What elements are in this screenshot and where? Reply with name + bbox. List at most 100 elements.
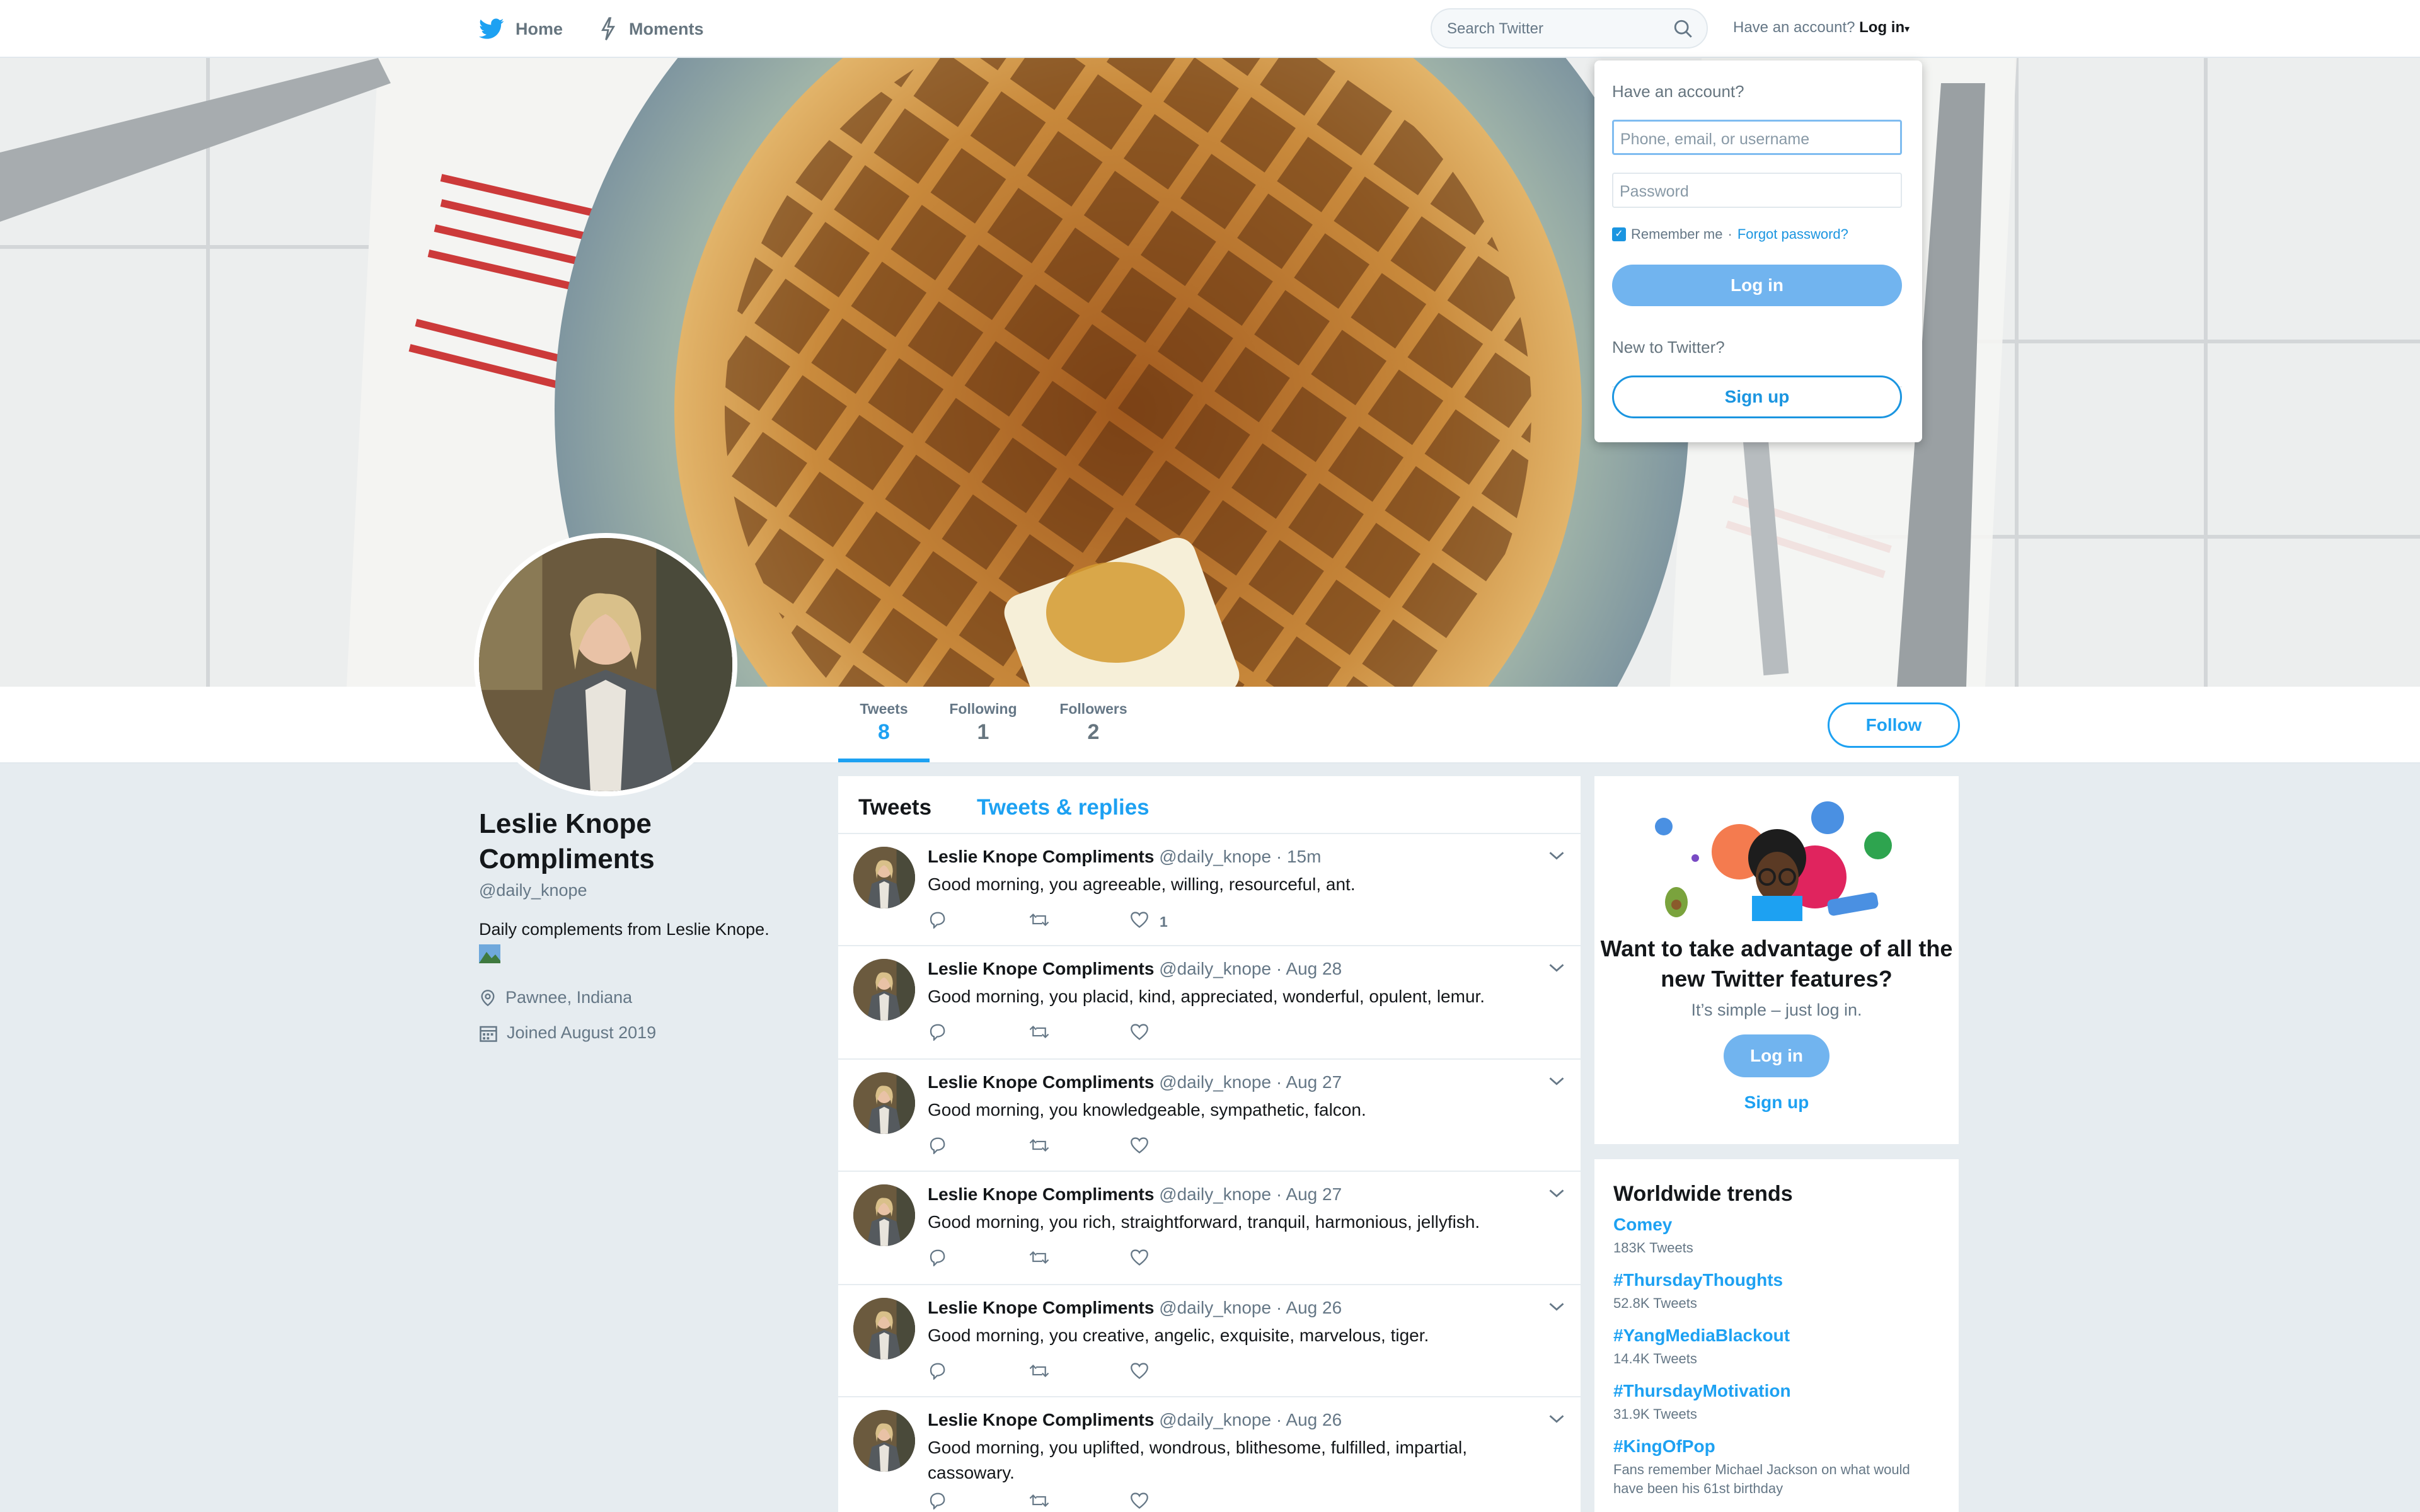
tweet-row[interactable]: Leslie Knope Compliments @daily_knope · … — [838, 1060, 1581, 1172]
remember-me-checkbox[interactable]: ✓ — [1612, 227, 1626, 241]
promo-signup-link[interactable]: Sign up — [1594, 1092, 1959, 1113]
chevron-down-icon[interactable] — [1548, 849, 1565, 865]
trend-count: 52.8K Tweets — [1613, 1295, 1697, 1311]
username-placeholder: Phone, email, or username — [1620, 130, 1810, 148]
trend-name[interactable]: #ThursdayThoughts — [1613, 1270, 1941, 1290]
retweet-button[interactable] — [1028, 1362, 1129, 1383]
like-button[interactable] — [1129, 1137, 1230, 1158]
trend-count: 183K Tweets — [1613, 1240, 1693, 1256]
signup-button[interactable]: Sign up — [1612, 375, 1902, 418]
tweet-handle-time[interactable]: @daily_knope · Aug 27 — [1159, 1184, 1342, 1204]
search-icon[interactable] — [1673, 18, 1694, 40]
reply-button[interactable] — [928, 1023, 1028, 1045]
tweet-author-name[interactable]: Leslie Knope Compliments — [928, 1410, 1154, 1429]
profile-banner-image — [0, 58, 2420, 687]
tweet-handle-time[interactable]: @daily_knope · Aug 28 — [1159, 959, 1342, 978]
trend-item[interactable]: #ThursdayThoughts 52.8K Tweets — [1613, 1270, 1941, 1313]
reply-button[interactable] — [928, 1137, 1028, 1158]
tweet-handle-time[interactable]: @daily_knope · Aug 26 — [1159, 1298, 1342, 1317]
timeline-tabs: Tweets Tweets & replies — [838, 776, 1581, 834]
login-heading: Have an account? — [1612, 82, 1744, 101]
tweet-header: Leslie Knope Compliments @daily_knope · … — [928, 1298, 1342, 1318]
profile-bio: Daily complements from Leslie Knope. — [479, 920, 769, 968]
trend-item[interactable]: Comey 183K Tweets — [1613, 1215, 1941, 1257]
chevron-down-icon[interactable] — [1548, 1412, 1565, 1428]
tweet-handle-time[interactable]: @daily_knope · Aug 26 — [1159, 1410, 1342, 1429]
like-button[interactable] — [1129, 1249, 1230, 1270]
trend-item[interactable]: #ThursdayMotivation 31.9K Tweets — [1613, 1381, 1941, 1424]
chevron-down-icon[interactable] — [1548, 1075, 1565, 1091]
tweet-author-name[interactable]: Leslie Knope Compliments — [928, 1072, 1154, 1092]
tweet-author-name[interactable]: Leslie Knope Compliments — [928, 959, 1154, 978]
retweet-button[interactable] — [1028, 911, 1129, 932]
password-input[interactable]: Password — [1612, 173, 1902, 208]
like-button[interactable] — [1129, 1492, 1230, 1512]
retweet-button[interactable] — [1028, 1137, 1129, 1158]
profile-avatar[interactable] — [474, 533, 737, 796]
retweet-button[interactable] — [1028, 1249, 1129, 1270]
search-input[interactable]: Search Twitter — [1431, 8, 1708, 49]
tweet-avatar[interactable] — [853, 1410, 915, 1472]
reply-button[interactable] — [928, 1249, 1028, 1270]
nav-moments[interactable]: Moments — [599, 15, 704, 43]
tweet-row[interactable]: Leslie Knope Compliments @daily_knope · … — [838, 1172, 1581, 1285]
trend-item[interactable]: #YangMediaBlackout 14.4K Tweets — [1613, 1326, 1941, 1368]
login-dropdown-toggle[interactable]: Log in — [1859, 19, 1904, 36]
caret-down-icon[interactable]: ▾ — [1904, 24, 1910, 35]
chevron-down-icon[interactable] — [1548, 1187, 1565, 1203]
heart-icon — [1129, 1492, 1150, 1512]
stat-tweets-value: 8 — [878, 720, 890, 744]
trend-name[interactable]: Comey — [1613, 1215, 1941, 1235]
follow-button[interactable]: Follow — [1828, 702, 1960, 748]
heart-icon — [1129, 1362, 1150, 1383]
trend-item[interactable]: #KingOfPop Fans remember Michael Jackson… — [1613, 1436, 1941, 1498]
twitter-bird-icon — [479, 18, 504, 39]
remember-me-label[interactable]: Remember me — [1631, 226, 1722, 243]
reply-button[interactable] — [928, 1362, 1028, 1383]
promo-illustration — [1655, 801, 1892, 921]
like-button[interactable]: 1 — [1129, 911, 1230, 932]
stat-tweets[interactable]: Tweets 8 — [838, 701, 930, 745]
retweet-button[interactable] — [1028, 1492, 1129, 1512]
trend-name[interactable]: #KingOfPop — [1613, 1436, 1941, 1457]
reply-button[interactable] — [928, 911, 1028, 932]
login-submit-button[interactable]: Log in — [1612, 265, 1902, 306]
have-account-text: Have an account? — [1733, 19, 1855, 36]
chevron-down-icon[interactable] — [1548, 1300, 1565, 1316]
like-button[interactable] — [1129, 1023, 1230, 1045]
tweet-avatar[interactable] — [853, 1072, 915, 1134]
tweet-avatar[interactable] — [853, 959, 915, 1021]
trend-name[interactable]: #YangMediaBlackout — [1613, 1326, 1941, 1346]
trend-name[interactable]: #ThursdayMotivation — [1613, 1381, 1941, 1401]
active-tab-indicator — [838, 759, 930, 762]
tab-tweets[interactable]: Tweets — [858, 795, 931, 820]
tweet-handle-time[interactable]: @daily_knope · 15m — [1159, 847, 1321, 866]
tab-tweets-and-replies[interactable]: Tweets & replies — [977, 795, 1150, 820]
tweet-row[interactable]: Leslie Knope Compliments @daily_knope · … — [838, 946, 1581, 1060]
promo-title: Want to take advantage of all the new Tw… — [1600, 936, 1953, 992]
tweet-row[interactable]: Leslie Knope Compliments @daily_knope · … — [838, 1397, 1581, 1512]
tweet-avatar[interactable] — [853, 847, 915, 908]
location-pin-icon — [481, 989, 495, 1006]
profile-handle[interactable]: @daily_knope — [479, 881, 587, 900]
tweet-avatar[interactable] — [853, 1184, 915, 1246]
nav-home[interactable]: Home — [479, 15, 563, 43]
tweet-author-name[interactable]: Leslie Knope Compliments — [928, 1298, 1154, 1317]
tweet-row[interactable]: Leslie Knope Compliments @daily_knope · … — [838, 834, 1581, 946]
like-button[interactable] — [1129, 1362, 1230, 1383]
tweet-author-name[interactable]: Leslie Knope Compliments — [928, 1184, 1154, 1204]
tweet-author-name[interactable]: Leslie Knope Compliments — [928, 847, 1154, 866]
tweet-row[interactable]: Leslie Knope Compliments @daily_knope · … — [838, 1285, 1581, 1397]
promo-login-button[interactable]: Log in — [1724, 1034, 1829, 1077]
stat-followers[interactable]: Followers 2 — [1046, 701, 1141, 745]
tweet-handle-time[interactable]: @daily_knope · Aug 27 — [1159, 1072, 1342, 1092]
landscape-emoji-icon — [479, 944, 500, 963]
forgot-password-link[interactable]: Forgot password? — [1737, 226, 1848, 243]
username-input[interactable]: Phone, email, or username — [1612, 120, 1902, 155]
tweet-avatar[interactable] — [853, 1298, 915, 1360]
retweet-button[interactable] — [1028, 1023, 1129, 1045]
tweet-header: Leslie Knope Compliments @daily_knope · … — [928, 1072, 1342, 1092]
stat-following[interactable]: Following 1 — [939, 701, 1027, 745]
chevron-down-icon[interactable] — [1548, 961, 1565, 977]
reply-button[interactable] — [928, 1492, 1028, 1512]
